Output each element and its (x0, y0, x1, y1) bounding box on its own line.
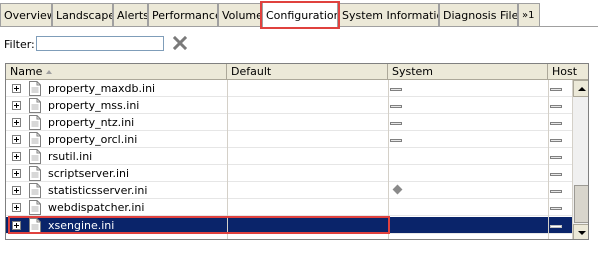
tab-overview[interactable]: Overview (0, 3, 52, 27)
configuration-table: Name Default System Host property_maxdb.… (5, 63, 589, 240)
table-row-selected[interactable]: xsengine.ini (6, 217, 572, 234)
expand-icon[interactable] (12, 84, 21, 93)
column-divider (388, 80, 389, 239)
expand-icon[interactable] (12, 135, 21, 144)
table-row[interactable]: rsutil.ini (6, 148, 572, 165)
table-row[interactable]: property_mss.ini (6, 97, 572, 114)
filter-label: Filter: (4, 38, 35, 51)
system-value-icon (390, 88, 402, 91)
tab-diagnosis-files[interactable]: Diagnosis Files (439, 3, 518, 27)
host-value-icon (550, 139, 562, 142)
file-icon (29, 183, 41, 198)
file-name: property_orcl.ini (48, 133, 138, 146)
table-row[interactable]: property_orcl.ini (6, 131, 572, 148)
file-name: webdispatcher.ini (48, 201, 145, 214)
file-icon (29, 166, 41, 181)
filter-input[interactable] (36, 36, 164, 51)
host-value-icon (550, 88, 562, 91)
host-value-icon (550, 207, 562, 210)
host-value-icon (550, 105, 562, 108)
clear-filter-icon[interactable] (173, 36, 187, 50)
arrow-down-icon (578, 231, 586, 235)
column-header-default[interactable]: Default (227, 64, 388, 80)
expand-icon[interactable] (12, 118, 21, 127)
file-name: property_ntz.ini (48, 116, 135, 129)
host-value-icon (550, 173, 562, 176)
system-value-icon (390, 122, 402, 125)
system-diamond-icon (392, 184, 403, 195)
vertical-scrollbar[interactable] (572, 80, 588, 239)
host-value-icon (550, 156, 562, 159)
host-value-icon (550, 190, 562, 193)
system-value-icon (390, 105, 402, 108)
column-header-host[interactable]: Host (548, 64, 588, 80)
expand-icon[interactable] (12, 169, 21, 178)
tab-landscape[interactable]: Landscape (52, 3, 113, 27)
sort-ascending-icon (46, 70, 52, 74)
host-value-icon (550, 122, 562, 125)
tab-strip: Overview Landscape Alerts Performance Vo… (0, 0, 598, 29)
tab-configuration[interactable]: Configuration (262, 2, 338, 28)
file-icon (29, 81, 41, 96)
scroll-down-button[interactable] (573, 224, 588, 239)
arrow-up-icon (578, 87, 586, 91)
column-divider (227, 80, 228, 239)
tab-overflow-button[interactable]: »1 (518, 3, 540, 27)
host-value-icon (550, 225, 562, 228)
expand-icon[interactable] (12, 203, 21, 212)
table-row[interactable]: property_ntz.ini (6, 114, 572, 131)
file-icon (29, 218, 41, 233)
table-header: Name Default System Host (6, 64, 588, 80)
column-divider (548, 80, 549, 239)
tab-volumes[interactable]: Volumes (218, 3, 262, 27)
expand-icon[interactable] (12, 186, 21, 195)
file-icon (29, 132, 41, 147)
file-icon (29, 200, 41, 215)
table-row[interactable]: scriptserver.ini (6, 165, 572, 182)
column-header-name[interactable]: Name (6, 64, 227, 80)
column-header-system[interactable]: System (388, 64, 548, 80)
file-name: xsengine.ini (48, 219, 115, 232)
file-name: property_maxdb.ini (48, 82, 156, 95)
table-row[interactable]: webdispatcher.ini (6, 199, 572, 216)
tab-alerts[interactable]: Alerts (113, 3, 148, 27)
scroll-up-button[interactable] (573, 80, 588, 97)
file-icon (29, 98, 41, 113)
expand-icon[interactable] (12, 152, 21, 161)
file-name: property_mss.ini (48, 99, 140, 112)
file-name: statisticsserver.ini (48, 184, 148, 197)
scrollbar-thumb[interactable] (574, 185, 588, 223)
file-name: scriptserver.ini (48, 167, 130, 180)
expand-icon[interactable] (12, 101, 21, 110)
file-icon (29, 149, 41, 164)
tab-performance[interactable]: Performance (148, 3, 218, 27)
file-name: rsutil.ini (48, 150, 93, 163)
system-value-icon (390, 139, 402, 142)
table-row[interactable]: statisticsserver.ini (6, 182, 572, 199)
expand-icon[interactable] (12, 221, 21, 230)
file-icon (29, 115, 41, 130)
tab-system-information[interactable]: System Information (338, 3, 439, 27)
table-row[interactable]: property_maxdb.ini (6, 80, 572, 97)
